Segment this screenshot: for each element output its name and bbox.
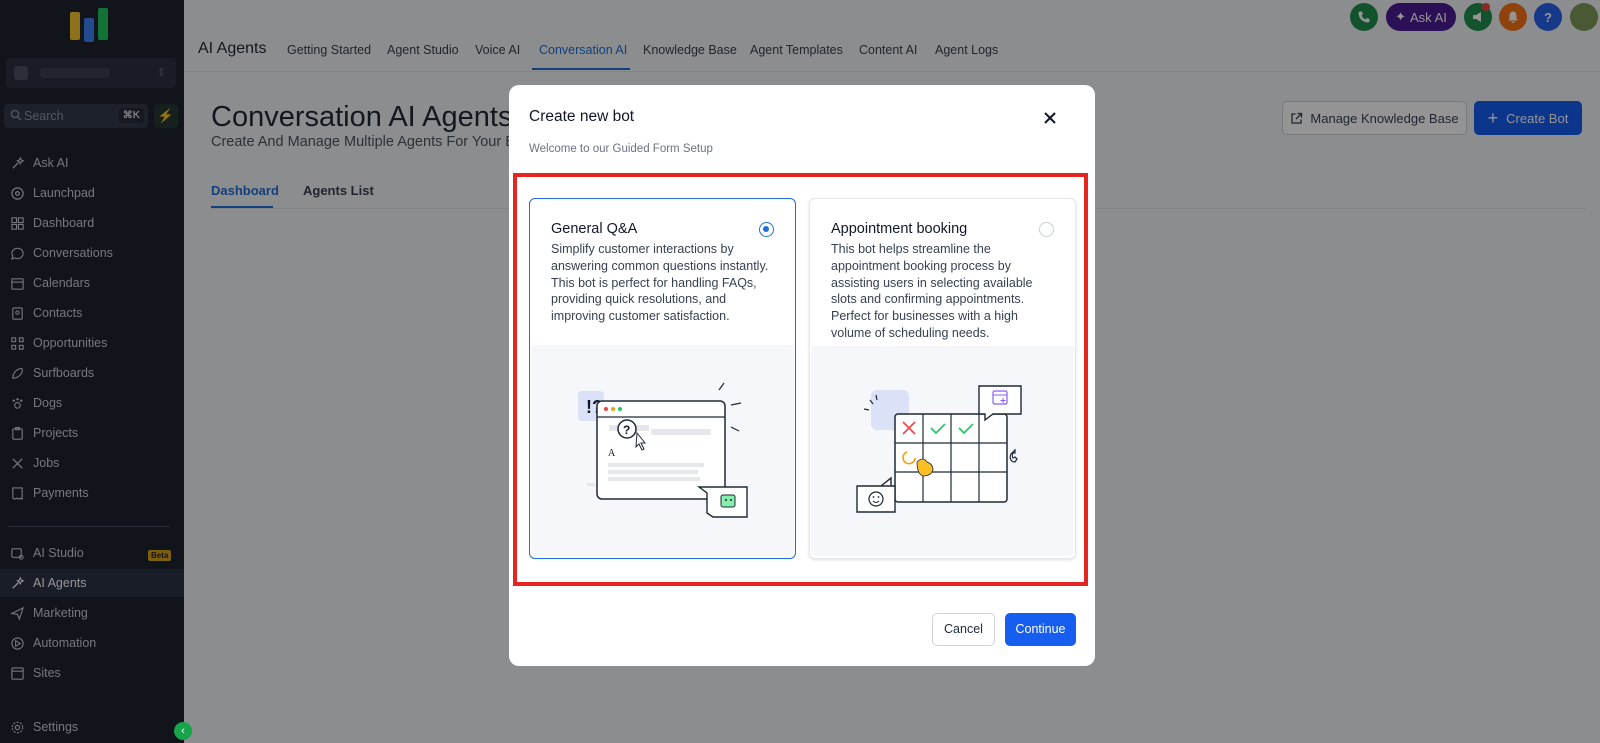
svg-text:A: A (608, 448, 616, 459)
option-card-appointment-booking[interactable]: Appointment booking This bot helps strea… (809, 198, 1076, 559)
cancel-button[interactable]: Cancel (932, 613, 995, 646)
option-title: Appointment booking (831, 221, 968, 237)
create-bot-modal: Create new bot Welcome to our Guided For… (509, 85, 1095, 666)
option-radio[interactable] (759, 222, 774, 237)
calendar-illustration (811, 346, 1074, 556)
option-radio[interactable] (1039, 222, 1054, 237)
option-title: General Q&A (551, 221, 638, 237)
collapse-sidebar-button[interactable]: ‹ (174, 722, 192, 740)
close-icon[interactable] (1041, 109, 1059, 127)
faq-illustration: !? ? A (531, 345, 794, 557)
option-card-general-qa[interactable]: General Q&A Simplify customer interactio… (529, 198, 796, 559)
option-description: This bot helps streamline the appointmen… (831, 242, 1033, 340)
continue-button[interactable]: Continue (1005, 613, 1076, 646)
option-description: Simplify customer interactions by answer… (551, 242, 769, 324)
modal-title: Create new bot (529, 108, 635, 125)
svg-text:?: ? (623, 423, 630, 437)
modal-subtitle: Welcome to our Guided Form Setup (529, 143, 713, 155)
